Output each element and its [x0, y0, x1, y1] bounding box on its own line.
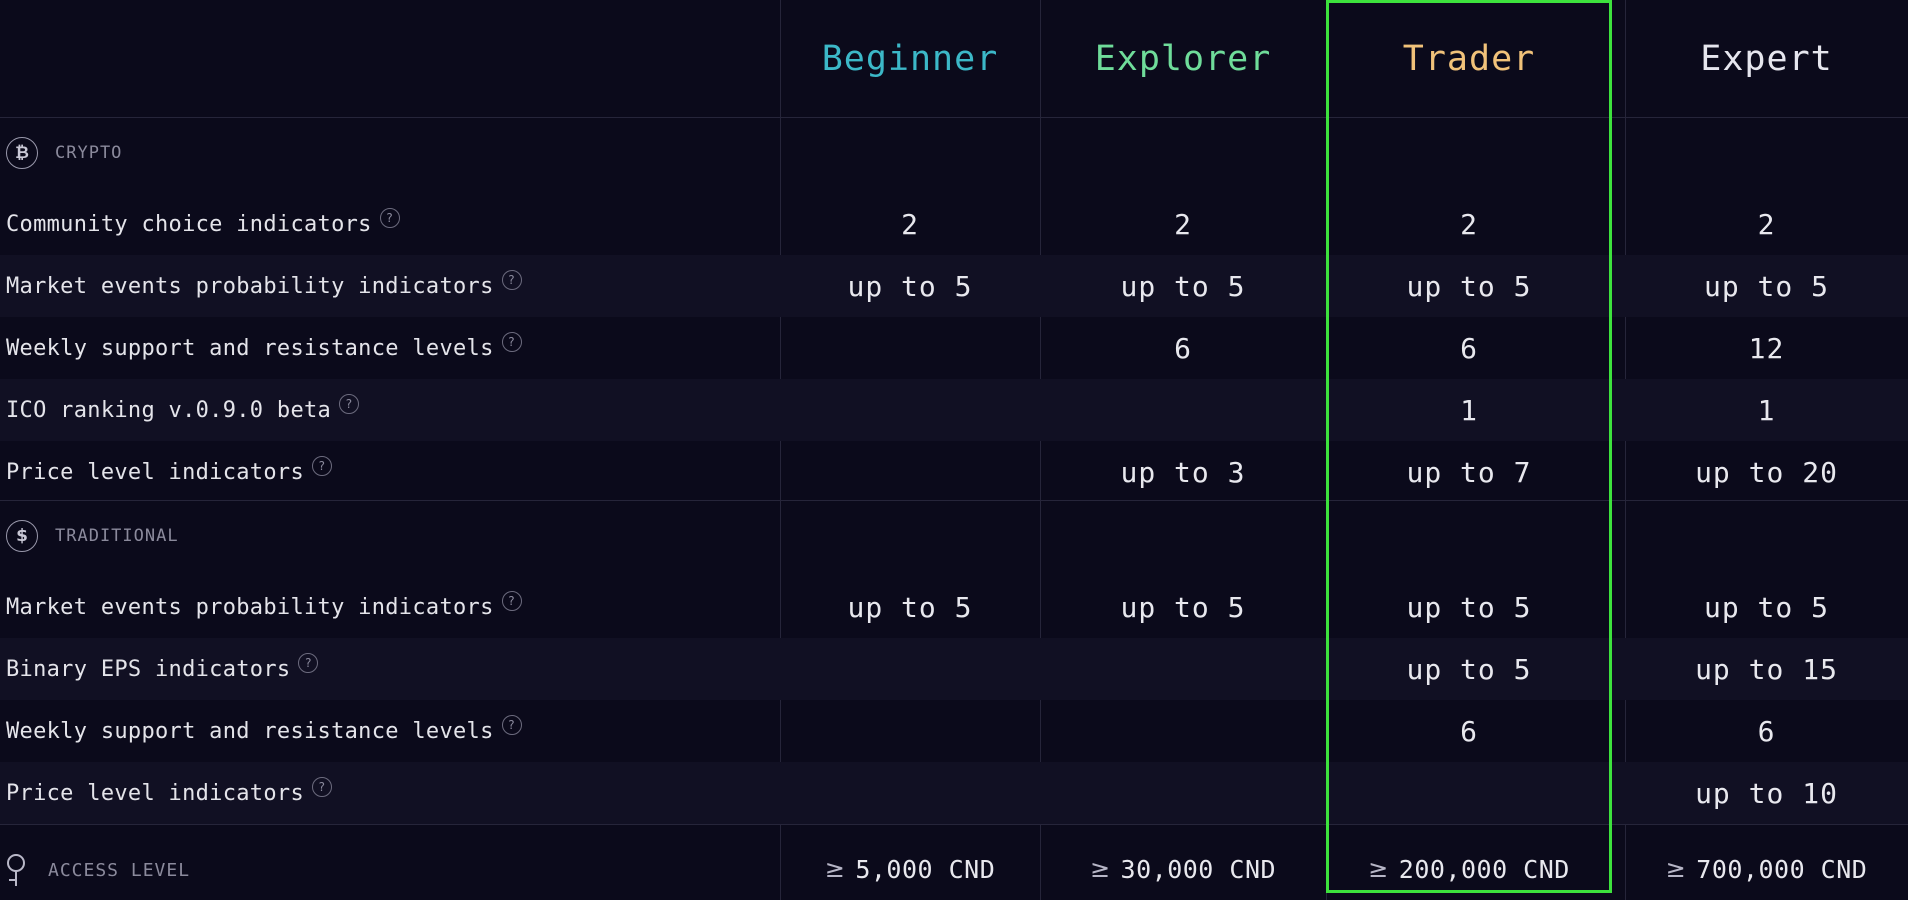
help-icon[interactable]: ? [501, 332, 522, 352]
value-explorer [1040, 638, 1326, 700]
value-expert: up to 10 [1695, 776, 1838, 810]
feature-label-text: ICO ranking v.0.9.0 beta [6, 397, 332, 423]
pricing-table: Beginner Explorer Trader Expert ₿ CRYPTO C… [0, 0, 1908, 900]
value-beginner: 2 [901, 207, 919, 241]
value-explorer [1040, 762, 1326, 824]
value-expert: 1 [1757, 393, 1776, 427]
value-expert: 6 [1757, 714, 1776, 748]
value-beginner [780, 317, 1040, 379]
value-trader: 6 [1460, 331, 1478, 365]
plan-header-explorer: Explorer [1040, 0, 1326, 117]
value-trader [1326, 762, 1612, 824]
feature-label: Market events probability indicators? [6, 576, 522, 638]
help-icon[interactable]: ? [501, 715, 522, 735]
help-icon[interactable]: ? [312, 456, 332, 476]
feature-label: Weekly support and resistance levels? [6, 700, 522, 762]
chevron-icon: ≥ [1665, 855, 1687, 883]
value-expert: up to 20 [1695, 455, 1838, 489]
value-explorer: 2 [1174, 207, 1192, 241]
access-value-explorer: ≥30,000 CND [1089, 854, 1277, 884]
feature-label-text: Price level indicators [6, 459, 304, 485]
help-icon[interactable]: ? [501, 270, 522, 290]
value-beginner [780, 762, 1040, 824]
feature-label-text: Market events probability indicators [6, 273, 494, 299]
plan-name: Trader [1402, 38, 1536, 79]
plan-name: Beginner [821, 38, 999, 79]
bitcoin-icon: ₿ [6, 137, 38, 169]
section-label: CRYPTO [55, 143, 123, 163]
feature-label-text: Price level indicators [6, 780, 304, 806]
feature-row: Price level indicators? up to 3 up to 7 up … [0, 441, 1908, 503]
feature-label-text: Weekly support and resistance levels [6, 718, 494, 744]
value-beginner: up to 5 [847, 590, 973, 624]
help-icon[interactable]: ? [298, 653, 319, 673]
value-trader: up to 5 [1406, 652, 1532, 686]
feature-label: Price level indicators? [6, 441, 332, 503]
feature-label: ICO ranking v.0.9.0 beta? [6, 379, 360, 441]
value-expert: up to 15 [1695, 652, 1838, 686]
feature-row: Market events probability indicators? up … [0, 576, 1908, 638]
value-explorer: up to 5 [1120, 590, 1246, 624]
plan-header-expert: Expert [1625, 0, 1908, 117]
value-explorer [1040, 700, 1326, 762]
feature-label: Price level indicators? [6, 762, 332, 824]
feature-row: Price level indicators? up to 10 [0, 762, 1908, 824]
plan-name: Expert [1700, 38, 1833, 79]
plan-header-trader: Trader [1326, 0, 1612, 117]
feature-label-text: Market events probability indicators [6, 594, 494, 620]
feature-row: Weekly support and resistance levels? 6 6 1… [0, 317, 1908, 379]
section-header-crypto: ₿ CRYPTO [0, 117, 1908, 193]
feature-label-text: Binary EPS indicators [6, 656, 291, 682]
value-beginner [780, 441, 1040, 503]
section-header-traditional: $ TRADITIONAL [0, 500, 1908, 576]
dollar-icon: $ [6, 520, 38, 552]
value-trader: 6 [1460, 714, 1478, 748]
feature-label-text: Weekly support and resistance levels [6, 335, 494, 361]
value-trader: up to 7 [1406, 455, 1532, 489]
access-value-beginner: ≥5,000 CND [824, 854, 996, 884]
feature-row: Market events probability indicators? up … [0, 255, 1908, 317]
chevron-icon: ≥ [1089, 855, 1111, 883]
feature-label: Weekly support and resistance levels? [6, 317, 522, 379]
feature-label: Market events probability indicators? [6, 255, 522, 317]
feature-row: Community choice indicators? 2 2 2 2 [0, 193, 1908, 255]
value-trader: 2 [1460, 207, 1478, 241]
feature-row: ICO ranking v.0.9.0 beta? 1 1 [0, 379, 1908, 441]
help-icon[interactable]: ? [312, 777, 332, 797]
value-expert: up to 5 [1703, 590, 1829, 624]
feature-label: Binary EPS indicators? [6, 638, 319, 700]
plan-name: Explorer [1094, 38, 1272, 79]
feature-row: Weekly support and resistance levels? 6 6 [0, 700, 1908, 762]
value-trader: up to 5 [1406, 590, 1532, 624]
key-icon [7, 854, 25, 886]
feature-row: Binary EPS indicators? up to 5 up to 15 [0, 638, 1908, 700]
value-expert: 2 [1757, 207, 1776, 241]
value-expert: 12 [1748, 331, 1785, 365]
value-explorer [1040, 379, 1326, 441]
value-beginner [780, 638, 1040, 700]
value-explorer: up to 5 [1120, 269, 1246, 303]
feature-label: Community choice indicators? [6, 193, 400, 255]
plan-header-beginner: Beginner [780, 0, 1040, 117]
help-icon[interactable]: ? [379, 208, 400, 228]
access-value-trader: ≥200,000 CND [1368, 854, 1570, 884]
value-beginner [780, 700, 1040, 762]
value-trader: up to 5 [1406, 269, 1532, 303]
help-icon[interactable]: ? [339, 394, 360, 414]
chevron-icon: ≥ [824, 855, 846, 883]
value-trader: 1 [1460, 393, 1478, 427]
section-label: TRADITIONAL [55, 526, 179, 546]
value-beginner: up to 5 [847, 269, 973, 303]
value-expert: up to 5 [1703, 269, 1829, 303]
feature-label-text: Community choice indicators [6, 211, 372, 237]
chevron-icon: ≥ [1368, 855, 1389, 883]
value-explorer: up to 3 [1120, 455, 1246, 489]
value-beginner [780, 379, 1040, 441]
access-value-expert: ≥700,000 CND [1665, 854, 1868, 884]
access-level-label: ACCESS LEVEL [48, 859, 191, 881]
access-level-row: ACCESS LEVEL ≥5,000 CND ≥30,000 CND ≥200… [0, 824, 1908, 900]
help-icon[interactable]: ? [501, 591, 522, 611]
value-explorer: 6 [1174, 331, 1192, 365]
